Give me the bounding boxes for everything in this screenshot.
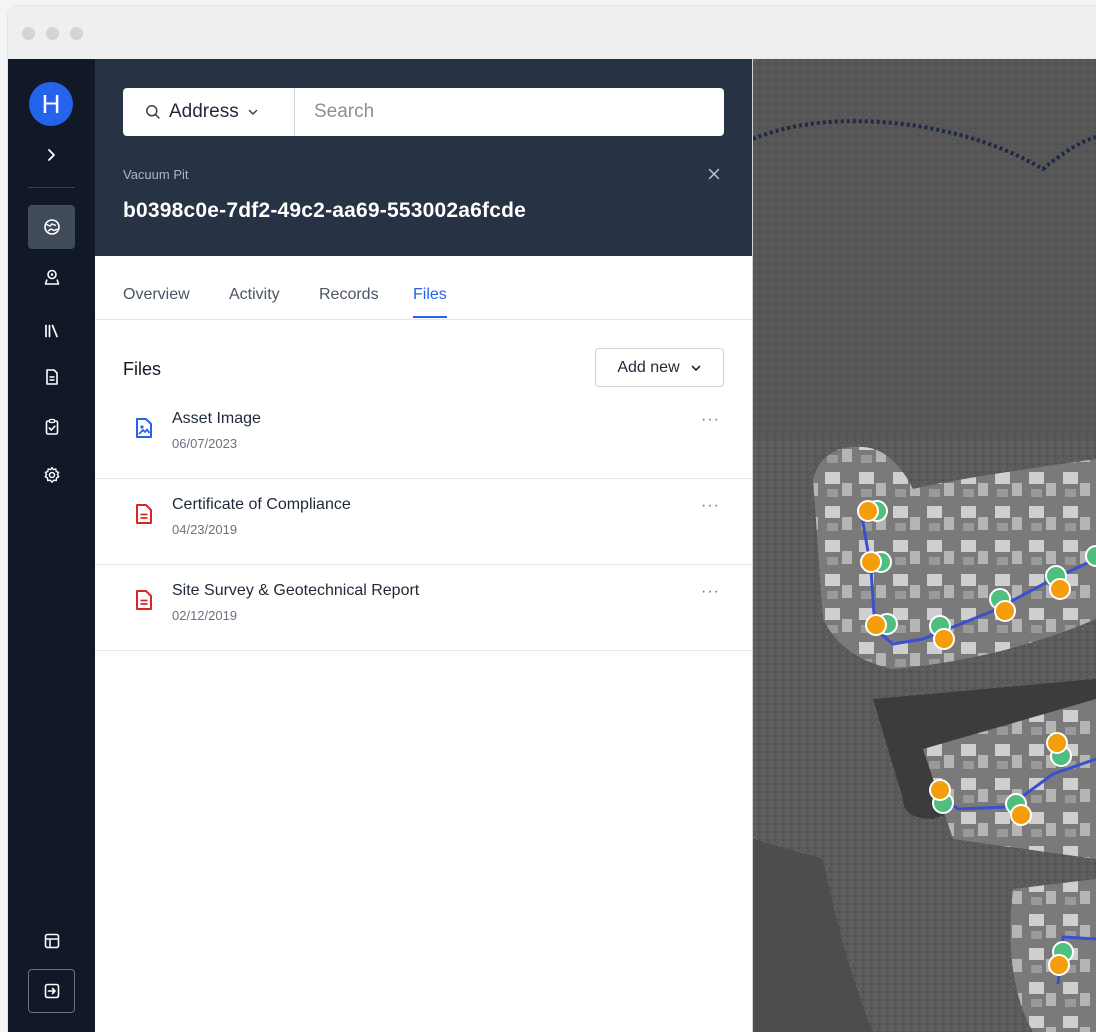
avatar-initial: H bbox=[41, 88, 61, 119]
panel-header: Address Vacuum Pit b0398c0e-7df2-49c2-aa… bbox=[95, 59, 752, 256]
add-new-button[interactable]: Add new bbox=[595, 348, 724, 387]
nav-tasks-button[interactable] bbox=[28, 405, 75, 449]
file-date: 06/07/2023 bbox=[172, 436, 238, 451]
gear-icon bbox=[44, 466, 59, 483]
window-close-button[interactable] bbox=[22, 27, 35, 40]
asset-marker[interactable] bbox=[860, 551, 882, 573]
window-minimize-button[interactable] bbox=[46, 27, 59, 40]
nav-documents-button[interactable] bbox=[28, 355, 75, 399]
sign-out-button[interactable] bbox=[28, 969, 75, 1013]
map-icon bbox=[43, 219, 60, 235]
image-file-icon bbox=[136, 418, 152, 438]
title-bar bbox=[8, 6, 1096, 59]
file-row[interactable]: Certificate of Compliance 04/23/2019 ··· bbox=[95, 479, 752, 565]
tab-activity[interactable]: Activity bbox=[229, 286, 280, 318]
window-maximize-button[interactable] bbox=[70, 27, 83, 40]
document-file-icon bbox=[136, 504, 152, 524]
sign-out-icon bbox=[44, 983, 59, 999]
asset-marker[interactable] bbox=[1049, 578, 1071, 600]
tab-files[interactable]: Files bbox=[413, 286, 447, 318]
asset-id-title: b0398c0e-7df2-49c2-aa69-553002a6fcde bbox=[123, 199, 526, 222]
clipboard-check-icon bbox=[45, 418, 58, 435]
layout-toggle-button[interactable] bbox=[28, 919, 75, 963]
nav-library-button[interactable] bbox=[28, 309, 75, 353]
file-name[interactable]: Asset Image bbox=[172, 410, 261, 428]
asset-marker[interactable] bbox=[933, 628, 955, 650]
layout-icon bbox=[44, 933, 59, 949]
nav-locations-button[interactable] bbox=[28, 255, 75, 299]
asset-type-label: Vacuum Pit bbox=[123, 167, 189, 182]
file-row[interactable]: Site Survey & Geotechnical Report 02/12/… bbox=[95, 565, 752, 651]
chevron-right-icon bbox=[48, 149, 55, 161]
file-name[interactable]: Site Survey & Geotechnical Report bbox=[172, 582, 419, 600]
nav-map-button[interactable] bbox=[28, 205, 75, 249]
search-bar: Address bbox=[123, 88, 724, 136]
asset-marker[interactable] bbox=[865, 614, 887, 636]
asset-panel: Address Vacuum Pit b0398c0e-7df2-49c2-aa… bbox=[95, 59, 753, 1032]
file-date: 02/12/2019 bbox=[172, 608, 238, 623]
asset-marker[interactable] bbox=[1010, 804, 1032, 826]
tab-overview[interactable]: Overview bbox=[123, 286, 190, 318]
search-input[interactable] bbox=[295, 88, 724, 136]
map-canvas[interactable] bbox=[753, 59, 1096, 1032]
file-more-button[interactable]: ··· bbox=[701, 411, 720, 429]
search-type-dropdown[interactable]: Address bbox=[123, 88, 295, 136]
files-section-title: Files bbox=[123, 359, 162, 379]
tab-bar: Overview Activity Records Files bbox=[95, 256, 752, 320]
search-type-label: Address bbox=[169, 101, 239, 122]
app-window: H Address Search Vacuum Pit b0398c0e-7df… bbox=[8, 6, 1096, 1032]
asset-marker[interactable] bbox=[1046, 732, 1068, 754]
expand-rail-button[interactable] bbox=[41, 145, 61, 165]
search-icon bbox=[146, 105, 160, 119]
asset-marker[interactable] bbox=[857, 500, 879, 522]
document-icon bbox=[45, 369, 58, 385]
close-panel-button[interactable] bbox=[705, 165, 723, 183]
asset-marker[interactable] bbox=[994, 600, 1016, 622]
file-row[interactable]: Asset Image 06/07/2023 ··· bbox=[95, 393, 752, 479]
chevron-down-icon bbox=[248, 109, 257, 115]
document-file-icon bbox=[136, 590, 152, 610]
chevron-down-icon bbox=[691, 365, 700, 371]
avatar[interactable]: H bbox=[29, 82, 73, 126]
nav-settings-button[interactable] bbox=[28, 453, 75, 497]
tab-records[interactable]: Records bbox=[319, 286, 379, 318]
file-name[interactable]: Certificate of Compliance bbox=[172, 496, 351, 514]
asset-marker[interactable] bbox=[1048, 954, 1070, 976]
file-more-button[interactable]: ··· bbox=[701, 583, 720, 601]
rail-divider bbox=[28, 187, 75, 188]
add-new-label: Add new bbox=[617, 358, 680, 376]
map-vegetation bbox=[753, 59, 1096, 439]
location-user-icon bbox=[44, 269, 59, 285]
file-more-button[interactable]: ··· bbox=[701, 497, 720, 515]
satellite-map[interactable] bbox=[753, 59, 1096, 1032]
nav-rail: H bbox=[8, 59, 95, 1032]
asset-marker[interactable] bbox=[929, 779, 951, 801]
close-icon bbox=[708, 168, 720, 180]
file-date: 04/23/2019 bbox=[172, 522, 238, 537]
library-icon bbox=[44, 324, 58, 338]
